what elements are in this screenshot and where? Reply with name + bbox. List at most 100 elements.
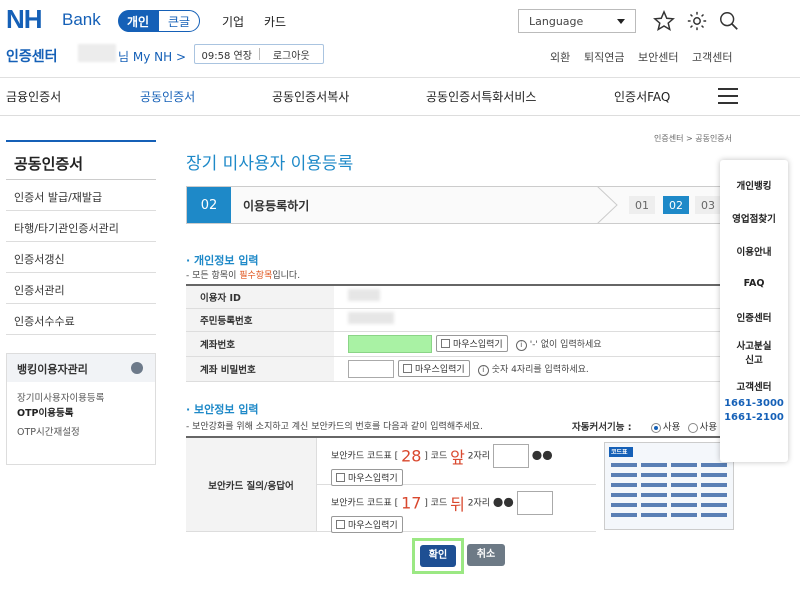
menu-business[interactable]: 기업 [222,13,244,30]
star-icon[interactable] [653,10,675,32]
lnb-sub-otp-time[interactable]: OTP시간재설정 [7,420,155,439]
util-customer[interactable]: 고객센터 [692,49,732,65]
q2-post: 2자리 [467,498,491,509]
my-nh-link[interactable]: 님 My NH > [118,48,186,65]
lnb-item-fee[interactable]: 인증서수수료 [6,304,156,335]
util-pension[interactable]: 퇴직연금 [584,49,624,65]
lnb-item-issue[interactable]: 인증서 발급/재발급 [6,180,156,211]
breadcrumb: 인증센터 > 공동인증서 [654,134,733,143]
radio-use[interactable] [650,422,661,433]
gear-icon[interactable] [686,10,708,32]
language-select[interactable]: Language [518,9,636,33]
q1-mouse-row: 마우스입력기 [331,469,582,486]
desc-required: 필수항목 [239,271,273,281]
pw-hint: i 숫자 4자리를 입력하세요. [477,364,589,376]
gnb-financial-cert[interactable]: 금융인증서 [6,88,61,105]
quick-faq[interactable]: FAQ [720,267,788,300]
label-security-card: 보안카드 질의/응답어 [186,438,316,532]
q2-input[interactable] [516,491,553,515]
nh-logo[interactable]: NH [6,4,43,35]
global-nav: 금융인증서 공동인증서 공동인증서복사 공동인증서특화서비스 인증서FAQ [0,78,800,116]
checkbox-icon[interactable] [441,339,450,348]
q1-input[interactable] [492,444,529,468]
quick-loss-report[interactable]: 사고분실 신고 [720,333,788,375]
account-no-cell: 마우스입력기 i '-' 없이 입력하세요 [334,331,720,357]
gnb-cert-copy[interactable]: 공동인증서복사 [272,88,349,105]
mouse-input-account[interactable]: 마우스입력기 [436,335,508,352]
account-hint-text: '-' 없이 입력하세요 [529,339,602,350]
menu-icon[interactable] [718,88,738,104]
personal-info-title: · 개인정보 입력 [186,254,259,267]
q1-code-number: 28 [401,446,422,466]
user-id-masked [348,289,380,302]
checkbox-icon[interactable] [336,473,345,482]
q2-masked-dots: ●● [492,494,514,509]
cert-center-title[interactable]: 인증센터 [6,46,58,66]
q1-post: 2자리 [467,451,491,462]
chevron-down-icon [617,19,625,24]
quick-cert-center[interactable]: 인증센터 [720,300,788,333]
banking-user-title: 뱅킹이용자관리 [17,363,88,376]
mouse-input-label: 마우스입력기 [348,474,398,484]
auto-cursor-label: 자동커서기능 : [572,422,632,433]
banking-user-header[interactable]: 뱅킹이용자관리 [7,354,155,382]
search-icon[interactable] [718,10,740,32]
mouse-input-q2[interactable]: 마우스입력기 [331,516,403,533]
account-pw-input[interactable] [348,359,394,378]
label-account-pw: 계좌 비밀번호 [186,356,334,382]
logout-button[interactable]: 로그아웃 [260,47,324,62]
step-arrow-icon [597,186,618,224]
lnb-item-renew[interactable]: 인증서갱신 [6,242,156,273]
gnb-joint-cert[interactable]: 공동인증서 [140,88,195,105]
chevron-circle-icon [131,362,143,374]
gnb-cert-special[interactable]: 공동인증서특화서비스 [426,88,536,105]
tab-large-text[interactable]: 큰글 [158,10,200,32]
personal-info-table: 이용자 ID 주민등록번호 계좌번호 마우스입력기 i '-' 없이 입력하세요 계… [186,284,720,382]
lnb-item-manage[interactable]: 인증서관리 [6,273,156,304]
q2-mid: ] 코드 [424,498,448,509]
mouse-input-pw[interactable]: 마우스입력기 [398,360,470,377]
util-forex[interactable]: 외환 [550,49,570,65]
extend-button[interactable]: 09:58 연장 [195,47,259,62]
account-pw-cell: 마우스입력기 i 숫자 4자리를 입력하세요. [334,356,720,382]
quick-guide[interactable]: 이용안내 [720,234,788,267]
checkbox-icon[interactable] [336,520,345,529]
radio-use-label: 사용 [662,422,681,433]
account-no-input[interactable] [348,334,432,353]
card-title: 코드표 [611,449,628,456]
lnb-sub-dormant[interactable]: 장기미사용자이용등록 [7,382,155,404]
util-security[interactable]: 보안센터 [638,49,678,65]
lnb-item-other-bank[interactable]: 타행/타기관인증서관리 [6,211,156,242]
left-nav: 공동인증서 인증서 발급/재발급 타행/타기관인증서관리 인증서갱신 인증서관리… [6,140,156,465]
user-id-value [334,285,720,309]
step-01: 01 [629,196,655,214]
quick-personal-banking[interactable]: 개인뱅킹 [720,168,788,201]
confirm-button[interactable]: 확인 [420,545,456,567]
q1-position: 앞 [450,448,465,467]
quick-branch-finder[interactable]: 영업점찾기 [720,201,788,234]
q1-masked-dots: ●● [531,447,553,462]
cs-phone-1[interactable]: 1661-3000 [720,397,788,411]
mouse-input-q1[interactable]: 마우스입력기 [331,469,403,486]
personal-info-desc: - 모든 항목이 필수항목입니다. [186,268,300,281]
language-label: Language [529,15,584,28]
radio-nouse-label: 사용 [699,422,718,433]
q1-mid: ] 코드 [424,451,448,462]
cancel-button[interactable]: 취소 [467,544,505,566]
menu-card[interactable]: 카드 [264,13,286,30]
top-header: NH Bank 개인 큰글 기업 카드 Language 인증센터 님 My N… [0,0,800,78]
bank-logo-text[interactable]: Bank [62,10,101,30]
username-masked [78,44,116,62]
cs-phone-2[interactable]: 1661-2100 [720,411,788,425]
session-timer: 09:58 연장 로그아웃 [194,44,324,64]
security-card-q2: 보안카드 코드표 [ 17 ] 코드 뒤 2자리 ●● 마우스입력기 [316,485,596,533]
q2-mouse-row: 마우스입력기 [331,516,582,533]
desc-post: 입니다. [272,271,301,281]
gnb-cert-faq[interactable]: 인증서FAQ [614,88,670,105]
security-info-desc: - 보안강화를 위해 소지하고 계신 보안카드의 번호를 다음과 같이 입력해주… [186,422,483,432]
checkbox-icon[interactable] [403,364,412,373]
label-resident-no: 주민등록번호 [186,308,334,332]
tab-personal[interactable]: 개인 [118,10,158,32]
step-indicator: 02 이용등록하기 01 02 03 [186,186,740,224]
radio-nouse[interactable] [687,422,698,433]
